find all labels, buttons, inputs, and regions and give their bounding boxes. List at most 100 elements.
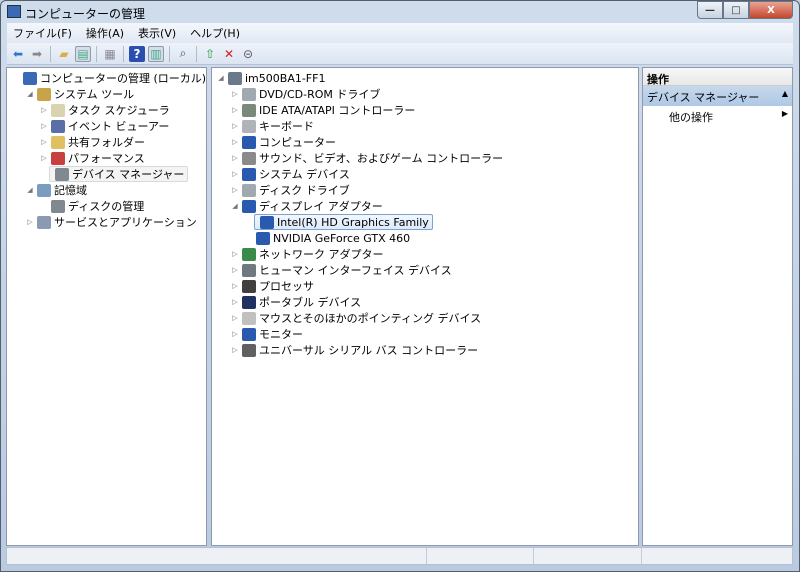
close-button[interactable]: X — [749, 1, 793, 19]
actions-header: 操作 — [643, 68, 792, 86]
device-icon — [242, 295, 256, 309]
expand-arrow-icon[interactable]: ▷ — [39, 106, 49, 114]
tree-item[interactable]: ▷ マウスとそのほかのポインティング デバイス — [230, 310, 481, 326]
collapse-arrow-icon[interactable]: ◢ — [230, 202, 240, 210]
device-icon — [51, 151, 65, 165]
expand-arrow-icon[interactable]: ▷ — [230, 250, 240, 258]
tree-item[interactable]: ▷ サウンド、ビデオ、およびゲーム コントローラー — [230, 150, 503, 166]
tree-item[interactable]: ▷ ポータブル デバイス — [230, 294, 361, 310]
tree-item[interactable]: ▷ ユニバーサル シリアル バス コントローラー — [230, 342, 478, 358]
menu-action[interactable]: 操作(A) — [86, 25, 124, 41]
device-icon — [37, 87, 51, 101]
maximize-button[interactable]: □ — [723, 1, 749, 19]
tree-item[interactable]: ▷ イベント ビューアー — [39, 118, 169, 134]
device-icon — [242, 311, 256, 325]
device-icon — [242, 87, 256, 101]
tree-item-label: デバイス マネージャー — [72, 168, 185, 181]
tree-item[interactable]: NVIDIA GeForce GTX 460 — [244, 230, 410, 246]
tree-item-label: ディスク ドライブ — [259, 184, 350, 197]
actions-section-device-manager[interactable]: デバイス マネージャー ▲ — [643, 86, 792, 106]
tree-item[interactable]: ▷ ネットワーク アダプター — [230, 246, 384, 262]
tree-item-label: システム デバイス — [259, 168, 350, 181]
expand-arrow-icon[interactable]: ▷ — [230, 298, 240, 306]
tree-item[interactable]: ▷ モニター — [230, 326, 303, 342]
collapse-arrow-icon[interactable]: ◢ — [25, 186, 35, 194]
tree-item[interactable]: ▷ コンピューター — [230, 134, 336, 150]
expand-arrow-icon[interactable]: ▷ — [230, 266, 240, 274]
tree-item[interactable]: コンピューターの管理 (ローカル) — [11, 70, 206, 86]
expand-arrow-icon[interactable]: ▷ — [230, 330, 240, 338]
tree-item[interactable]: ▷ キーボード — [230, 118, 314, 134]
expand-arrow-icon[interactable]: ▷ — [230, 346, 240, 354]
expand-arrow-icon[interactable]: ▷ — [230, 90, 240, 98]
back-icon[interactable]: ⬅ — [10, 46, 26, 62]
menu-help[interactable]: ヘルプ(H) — [190, 25, 240, 41]
uninstall-icon[interactable]: ✕ — [221, 46, 237, 62]
device-icon — [256, 231, 270, 245]
tree-item-label: ユニバーサル シリアル バス コントローラー — [259, 344, 479, 357]
device-icon — [242, 119, 256, 133]
tree-item-label: DVD/CD-ROM ドライブ — [259, 88, 381, 101]
device-icon — [51, 119, 65, 133]
toolbar: ⬅ ➡ ▰ ▤ ▦ ? ▥ ⌕ ⇧ ✕ ⊝ — [7, 43, 793, 65]
tree-item[interactable]: デバイス マネージャー — [39, 166, 189, 182]
menu-view[interactable]: 表示(V) — [138, 25, 176, 41]
expand-arrow-icon[interactable]: ▷ — [230, 138, 240, 146]
tree-item-label: システム ツール — [54, 88, 135, 101]
expand-arrow-icon[interactable]: ▷ — [230, 106, 240, 114]
tree-item[interactable]: ◢ im500BA1-FF1 — [216, 70, 325, 86]
tree-item[interactable]: ▷ IDE ATA/ATAPI コントローラー — [230, 102, 415, 118]
menu-file[interactable]: ファイル(F) — [13, 25, 72, 41]
tree-item[interactable]: ▷ システム デバイス — [230, 166, 350, 182]
tree-item[interactable]: ◢ 記憶域 — [25, 182, 87, 198]
device-icon — [242, 279, 256, 293]
device-icon — [37, 215, 51, 229]
tree-item-label: 共有フォルダー — [68, 136, 145, 149]
expand-arrow-icon[interactable]: ▷ — [25, 218, 35, 226]
tree-item[interactable]: ディスクの管理 — [39, 198, 144, 214]
expand-arrow-icon[interactable]: ▷ — [39, 138, 49, 146]
update-driver-icon[interactable]: ⇧ — [202, 46, 218, 62]
expand-arrow-icon[interactable]: ▷ — [230, 282, 240, 290]
show-action-pane-icon[interactable]: ▥ — [148, 45, 164, 62]
tree-item[interactable]: ▷ タスク スケジューラ — [39, 102, 170, 118]
tree-item[interactable]: ▷ ヒューマン インターフェイス デバイス — [230, 262, 452, 278]
tree-item[interactable]: ▷ ディスク ドライブ — [230, 182, 350, 198]
expand-arrow-icon[interactable]: ▷ — [39, 154, 49, 162]
tree-item[interactable]: ◢ ディスプレイ アダプター — [230, 198, 383, 214]
tree-item-label: NVIDIA GeForce GTX 460 — [273, 231, 411, 245]
tree-item-label: ディスクの管理 — [68, 200, 145, 213]
console-tree: コンピューターの管理 (ローカル) ◢ システム ツール ▷ タスク スケジューラ ▷ イベ… — [6, 67, 207, 546]
collapse-arrow-icon[interactable]: ◢ — [216, 74, 226, 82]
more-actions-label: 他の操作 — [669, 111, 713, 124]
collapse-arrow-icon[interactable]: ◢ — [25, 90, 35, 98]
help-icon[interactable]: ? — [129, 45, 145, 62]
up-folder-icon[interactable]: ▰ — [56, 46, 72, 62]
expand-arrow-icon[interactable]: ▷ — [230, 314, 240, 322]
tree-item[interactable]: ▷ パフォーマンス — [39, 150, 145, 166]
show-hide-tree-icon[interactable]: ▤ — [75, 45, 91, 62]
device-icon — [51, 103, 65, 117]
scan-hardware-icon[interactable]: ⌕ — [175, 46, 191, 62]
tree-item-label: モニター — [259, 328, 303, 341]
more-actions-item[interactable]: 他の操作 ▶ — [643, 106, 792, 124]
minimize-button[interactable]: — — [697, 1, 723, 19]
menu-bar: ファイル(F) 操作(A) 表示(V) ヘルプ(H) — [7, 23, 793, 43]
tree-item-label: コンピューターの管理 (ローカル) — [40, 72, 207, 85]
tree-item[interactable]: ▷ DVD/CD-ROM ドライブ — [230, 86, 380, 102]
expand-arrow-icon[interactable]: ▷ — [230, 186, 240, 194]
expand-arrow-icon[interactable]: ▷ — [39, 122, 49, 130]
forward-icon[interactable]: ➡ — [29, 46, 45, 62]
expand-arrow-icon[interactable]: ▷ — [230, 122, 240, 130]
tree-item[interactable]: ▷ 共有フォルダー — [39, 134, 145, 150]
tree-item[interactable]: Intel(R) HD Graphics Family — [244, 214, 433, 230]
tree-item[interactable]: ▷ プロセッサ — [230, 278, 314, 294]
device-icon — [228, 71, 242, 85]
tree-item[interactable]: ▷ サービスとアプリケーション — [25, 214, 197, 230]
tree-item-label: Intel(R) HD Graphics Family — [277, 215, 429, 229]
export-list-icon[interactable]: ▦ — [102, 46, 118, 62]
tree-item[interactable]: ◢ システム ツール — [25, 86, 134, 102]
expand-arrow-icon[interactable]: ▷ — [230, 154, 240, 162]
expand-arrow-icon[interactable]: ▷ — [230, 170, 240, 178]
disable-icon[interactable]: ⊝ — [240, 46, 256, 62]
